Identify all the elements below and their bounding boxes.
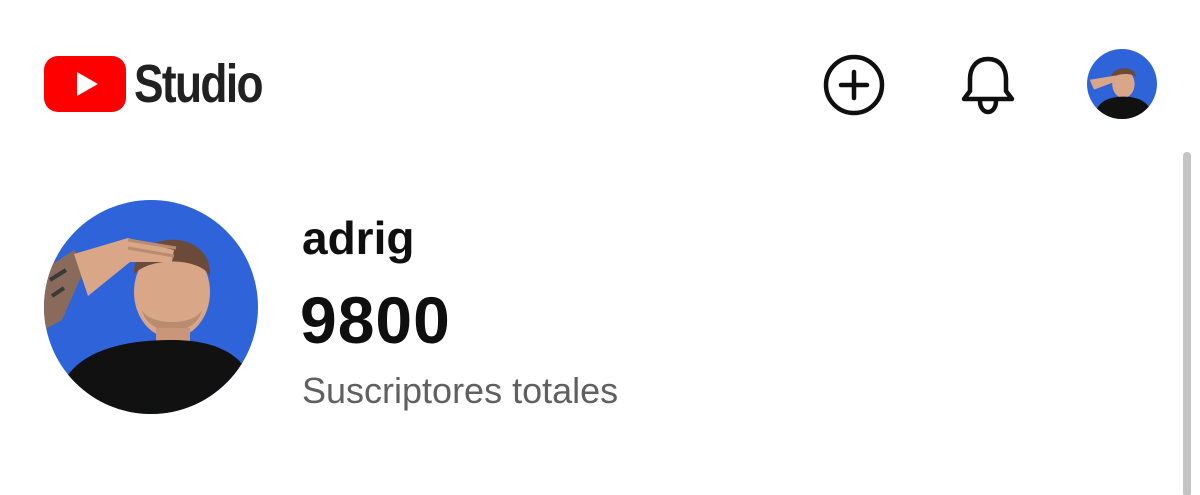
subscriber-count: 9800 [300,283,451,357]
create-button[interactable] [821,52,887,118]
youtube-studio-logo[interactable]: Studio [44,56,290,112]
subscriber-label: Suscriptores totales [302,370,619,411]
studio-page: Studio adrig 9800 Suscriptores totales [0,0,1200,495]
brand-text: Studio [134,54,264,114]
scrollbar[interactable] [1183,152,1191,495]
channel-avatar[interactable] [44,200,258,414]
youtube-play-icon [44,56,126,112]
add-circle-icon [823,54,885,116]
notifications-button[interactable] [955,52,1021,118]
bell-icon [961,56,1015,115]
channel-name: adrig [302,212,415,264]
account-avatar[interactable] [1087,49,1157,119]
